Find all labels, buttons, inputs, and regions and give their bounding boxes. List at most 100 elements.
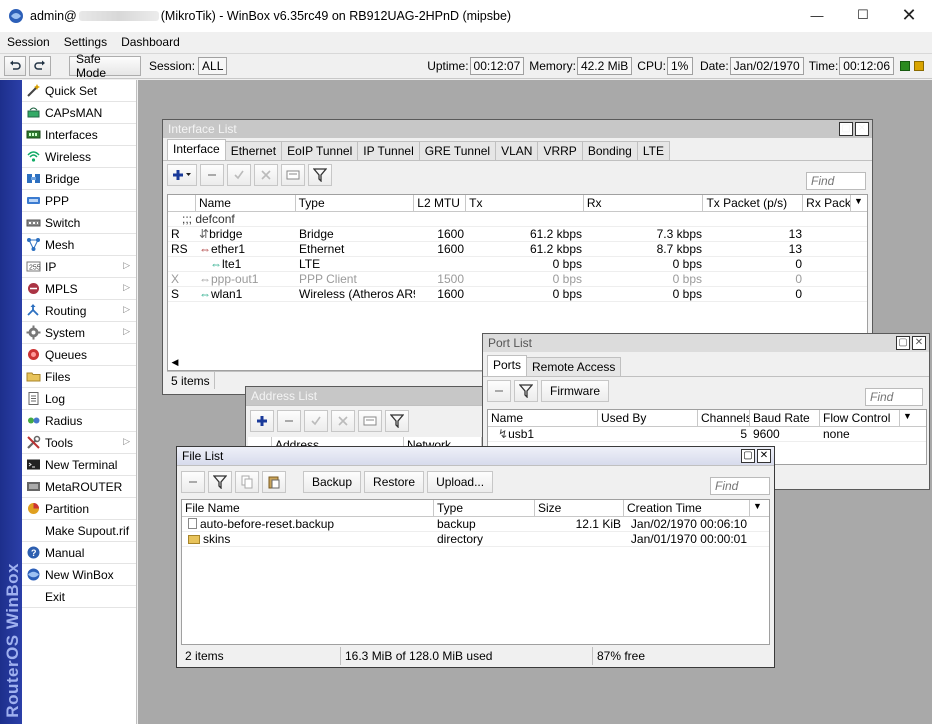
find-input[interactable]: [865, 388, 923, 406]
table-row[interactable]: auto-before-reset.backup backup 12.1 KiB…: [182, 517, 769, 532]
table-row[interactable]: ⇔lte1 LTE 0 bps 0 bps 0: [168, 257, 867, 272]
table-row[interactable]: S ⇔wlan1 Wireless (Atheros AR9... 1600 0…: [168, 287, 867, 302]
filter-button[interactable]: [514, 379, 538, 402]
address-list-titlebar[interactable]: Address List: [246, 387, 484, 405]
maximize-button[interactable]: ☐: [840, 0, 886, 30]
sidebar-item-ip[interactable]: 255 IP ▷: [22, 256, 136, 278]
find-input[interactable]: [806, 172, 866, 190]
tab-gre-tunnel[interactable]: GRE Tunnel: [418, 141, 497, 160]
sidebar-item-system[interactable]: System ▷: [22, 322, 136, 344]
sidebar-item-switch[interactable]: Switch: [22, 212, 136, 234]
comment-button[interactable]: [281, 163, 305, 186]
sidebar-item-radius[interactable]: Radius: [22, 410, 136, 432]
column-menu-icon[interactable]: ▼: [851, 195, 867, 211]
firmware-button[interactable]: Firmware: [541, 379, 609, 402]
close-button[interactable]: ✕: [757, 449, 771, 463]
tab-ports[interactable]: Ports: [487, 355, 528, 376]
col-used-by[interactable]: Used By: [598, 410, 698, 426]
sidebar-item-wireless[interactable]: Wireless: [22, 146, 136, 168]
enable-button[interactable]: [304, 409, 328, 432]
col-type[interactable]: Type: [296, 195, 415, 211]
paste-button[interactable]: [262, 470, 286, 493]
tab-interface[interactable]: Interface: [167, 139, 226, 160]
menu-session[interactable]: Session: [0, 35, 57, 49]
sidebar-item-tools[interactable]: Tools ▷: [22, 432, 136, 454]
remove-button[interactable]: [277, 409, 301, 432]
close-button[interactable]: ✕: [855, 122, 869, 136]
table-row[interactable]: X ⇔ppp-out1 PPP Client 1500 0 bps 0 bps …: [168, 272, 867, 287]
restore-button[interactable]: Restore: [364, 470, 425, 493]
col-rx-packet[interactable]: Rx Packe: [803, 195, 852, 211]
col-l2mtu[interactable]: L2 MTU: [414, 195, 467, 211]
tab-ethernet[interactable]: Ethernet: [224, 141, 283, 160]
horizontal-scrollbar[interactable]: ◀: [167, 355, 183, 369]
sidebar-item-manual[interactable]: ? Manual: [22, 542, 136, 564]
sidebar-item-log[interactable]: Log: [22, 388, 136, 410]
close-button[interactable]: ✕: [912, 336, 926, 350]
sidebar-item-metarouter[interactable]: MetaROUTER: [22, 476, 136, 498]
col-name[interactable]: Name: [196, 195, 296, 211]
sidebar-item-queues[interactable]: Queues: [22, 344, 136, 366]
disable-button[interactable]: [331, 409, 355, 432]
safe-mode-button[interactable]: Safe Mode: [69, 52, 141, 80]
filter-button[interactable]: [208, 470, 232, 493]
col-size[interactable]: Size: [535, 500, 624, 516]
col-file-name[interactable]: File Name: [182, 500, 434, 516]
close-button[interactable]: ✕: [886, 0, 932, 30]
interface-list-titlebar[interactable]: Interface List ▢ ✕: [163, 120, 872, 138]
remove-button[interactable]: [200, 163, 224, 186]
col-creation-time[interactable]: Creation Time: [624, 500, 750, 516]
comment-button[interactable]: [358, 409, 382, 432]
sidebar-item-new-terminal[interactable]: New Terminal: [22, 454, 136, 476]
enable-button[interactable]: [227, 163, 251, 186]
table-row[interactable]: ↯usb1 5 9600 none: [488, 427, 926, 442]
upload-button[interactable]: Upload...: [427, 470, 494, 493]
remove-button[interactable]: [487, 379, 511, 402]
col-type[interactable]: Type: [434, 500, 535, 516]
col-rx[interactable]: Rx: [584, 195, 704, 211]
sidebar-item-exit[interactable]: Exit: [22, 586, 136, 608]
menu-settings[interactable]: Settings: [57, 35, 114, 49]
col-tx[interactable]: Tx: [466, 195, 584, 211]
table-row[interactable]: RS ⇔ether1 Ethernet 1600 61.2 kbps 8.7 k…: [168, 242, 867, 257]
col-name[interactable]: Name: [488, 410, 598, 426]
tab-ip-tunnel[interactable]: IP Tunnel: [357, 141, 420, 160]
tab-bonding[interactable]: Bonding: [581, 141, 638, 160]
minimize-button[interactable]: —: [794, 0, 840, 30]
session-field[interactable]: ALL: [198, 57, 228, 75]
sidebar-item-mpls[interactable]: MPLS ▷: [22, 278, 136, 300]
filter-button[interactable]: [385, 409, 409, 432]
sidebar-item-ppp[interactable]: PPP: [22, 190, 136, 212]
sidebar-item-files[interactable]: Files: [22, 366, 136, 388]
tab-remote-access[interactable]: Remote Access: [526, 357, 622, 376]
filter-button[interactable]: [308, 163, 332, 186]
maximize-button[interactable]: ▢: [839, 122, 853, 136]
add-button[interactable]: [167, 163, 197, 186]
redo-button[interactable]: [29, 56, 51, 76]
sidebar-item-bridge[interactable]: Bridge: [22, 168, 136, 190]
sidebar-item-mesh[interactable]: Mesh: [22, 234, 136, 256]
table-row[interactable]: skins directory Jan/01/1970 00:00:01: [182, 532, 769, 547]
tab-lte[interactable]: LTE: [636, 141, 670, 160]
sidebar-item-interfaces[interactable]: Interfaces: [22, 124, 136, 146]
maximize-button[interactable]: ▢: [741, 449, 755, 463]
col-tx-packet[interactable]: Tx Packet (p/s): [703, 195, 804, 211]
sidebar-item-make-supout[interactable]: Make Supout.rif: [22, 520, 136, 542]
sidebar-item-routing[interactable]: Routing ▷: [22, 300, 136, 322]
sidebar-item-partition[interactable]: Partition: [22, 498, 136, 520]
add-button[interactable]: [250, 409, 274, 432]
table-row[interactable]: R ⇵bridge Bridge 1600 61.2 kbps 7.3 kbps…: [168, 227, 867, 242]
maximize-button[interactable]: ▢: [896, 336, 910, 350]
column-menu-icon[interactable]: ▼: [900, 410, 920, 426]
tab-eoip-tunnel[interactable]: EoIP Tunnel: [281, 141, 359, 160]
sidebar-item-new-winbox[interactable]: New WinBox: [22, 564, 136, 586]
col-channels[interactable]: Channels: [698, 410, 750, 426]
col-baud-rate[interactable]: Baud Rate: [750, 410, 820, 426]
col-flow-control[interactable]: Flow Control: [820, 410, 900, 426]
undo-button[interactable]: [4, 56, 26, 76]
find-input[interactable]: [710, 477, 770, 495]
sidebar-item-quick-set[interactable]: Quick Set: [22, 80, 136, 102]
port-list-titlebar[interactable]: Port List ▢ ✕: [483, 334, 929, 352]
tab-vlan[interactable]: VLAN: [495, 141, 539, 160]
backup-button[interactable]: Backup: [303, 470, 362, 493]
